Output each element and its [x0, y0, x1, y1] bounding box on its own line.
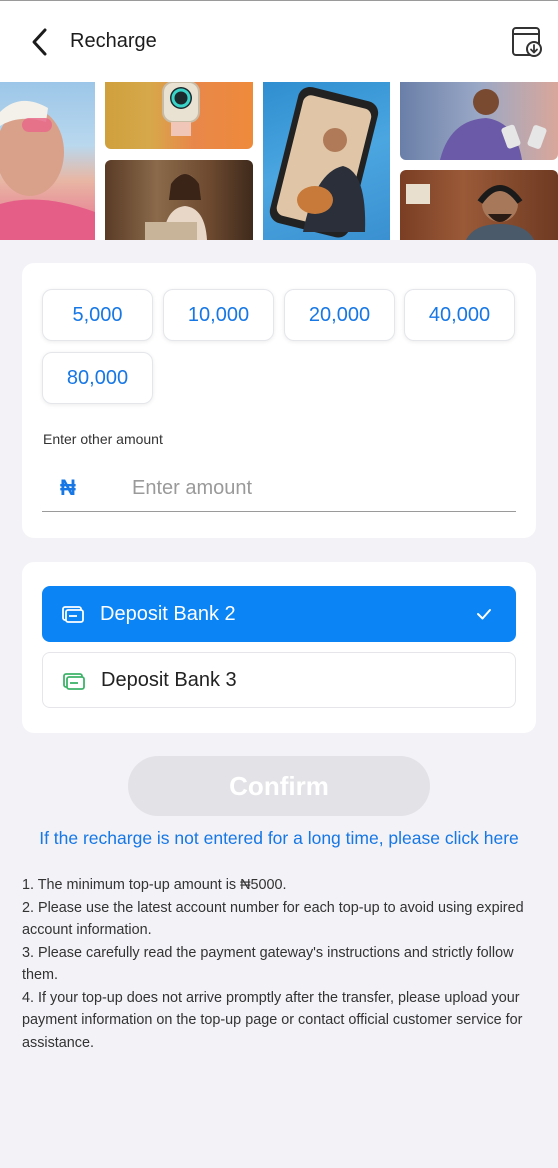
- confirm-button[interactable]: Confirm: [128, 756, 430, 816]
- download-record-icon: [512, 27, 542, 57]
- deposit-bank-card: Deposit Bank 2 Deposit Bank 3: [22, 562, 536, 733]
- phone-guitar-photo: [263, 82, 390, 240]
- amount-option-20000[interactable]: 20,000: [284, 289, 395, 341]
- instruction-item: 1. The minimum top-up amount is ₦5000.: [22, 877, 287, 893]
- bank-label: Deposit Bank 2: [100, 602, 236, 625]
- amount-card: 5,000 10,000 20,000 40,000 80,000 Enter …: [22, 263, 536, 538]
- card-icon: [62, 606, 84, 623]
- people-phones-photo: [400, 82, 558, 160]
- smartwatch-photo: [105, 82, 253, 149]
- instruction-item: 4. If your top-up does not arrive prompt…: [22, 989, 523, 1051]
- promo-banner[interactable]: [0, 82, 558, 240]
- instructions-list: 1. The minimum top-up amount is ₦5000. 2…: [22, 874, 532, 1054]
- amount-option-80000[interactable]: 80,000: [42, 352, 153, 404]
- back-button[interactable]: [26, 25, 56, 59]
- input-underline: [42, 511, 516, 512]
- amount-option-5000[interactable]: 5,000: [42, 289, 153, 341]
- man-headphones-photo: [400, 170, 558, 240]
- woman-laptop-photo: [105, 160, 253, 240]
- top-bar: Recharge: [0, 0, 558, 82]
- amount-input[interactable]: [132, 471, 492, 505]
- instruction-item: 2. Please use the latest account number …: [22, 899, 524, 939]
- deposit-bank-option-2[interactable]: Deposit Bank 2: [42, 586, 516, 642]
- naira-currency-icon: ₦: [60, 475, 76, 500]
- other-amount-label: Enter other amount: [43, 431, 163, 447]
- amount-option-10000[interactable]: 10,000: [163, 289, 274, 341]
- card-icon: [63, 673, 85, 690]
- recharge-record-button[interactable]: [510, 25, 544, 59]
- amount-option-40000[interactable]: 40,000: [404, 289, 515, 341]
- instruction-item: 3. Please carefully read the payment gat…: [22, 944, 514, 984]
- check-icon: [477, 609, 491, 620]
- bank-label: Deposit Bank 3: [101, 668, 237, 691]
- page-title: Recharge: [70, 30, 157, 52]
- chevron-left-icon: [32, 28, 47, 56]
- deposit-bank-option-3[interactable]: Deposit Bank 3: [42, 652, 516, 708]
- recharge-help-link[interactable]: If the recharge is not entered for a lon…: [0, 828, 558, 849]
- woman-sunglasses-photo: [0, 82, 95, 240]
